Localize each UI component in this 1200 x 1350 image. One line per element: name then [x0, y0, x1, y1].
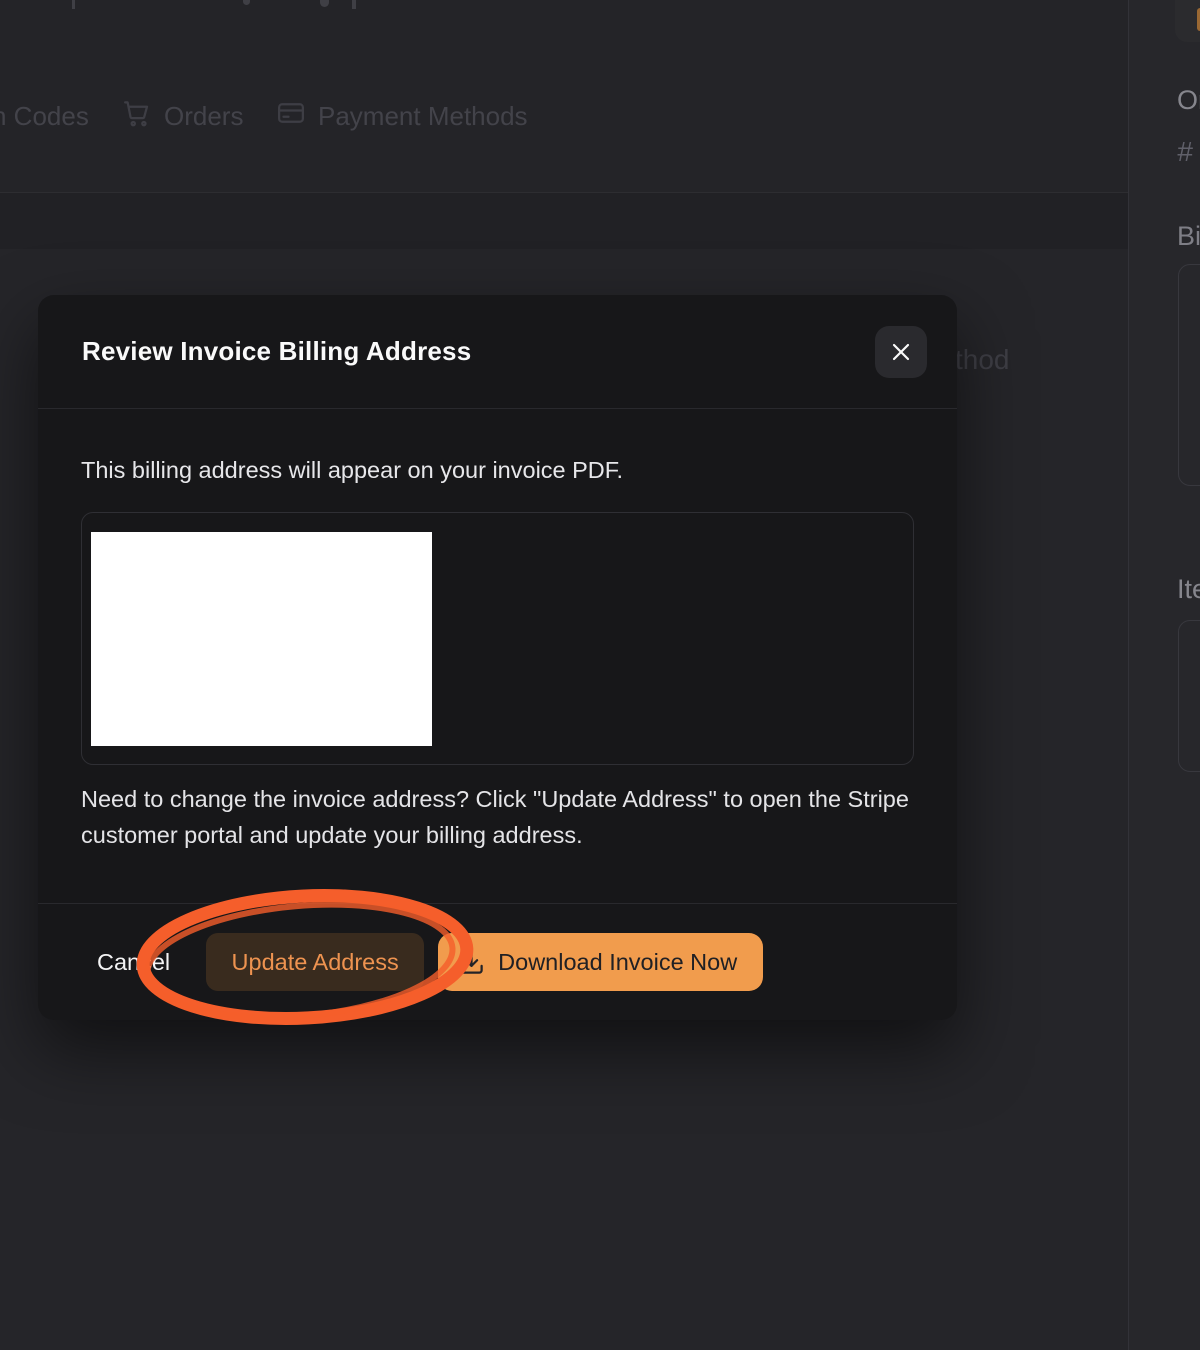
intro-text: This billing address will appear on your…	[81, 457, 914, 484]
tab-codes-label: n Codes	[0, 101, 89, 132]
tab-payment-methods-label: Payment Methods	[318, 101, 528, 132]
clipped-panel-button[interactable]	[1175, 0, 1200, 42]
clipped-text-fragment	[352, 0, 356, 9]
billing-address-preview	[81, 512, 914, 765]
modal-body: This billing address will appear on your…	[38, 409, 957, 903]
right-panel: Or # Bi Ite	[1128, 0, 1200, 1350]
clipped-text-fragment	[72, 0, 75, 9]
modal-header: Review Invoice Billing Address	[38, 295, 957, 409]
clipped-heading-payment-method: thod	[955, 344, 1010, 376]
tab-payment-methods[interactable]: Payment Methods	[276, 96, 528, 136]
clipped-text-fragment	[243, 0, 250, 5]
tab-codes[interactable]: n Codes	[0, 96, 89, 136]
panel-items-label: Ite	[1177, 574, 1200, 605]
download-invoice-label: Download Invoice Now	[498, 949, 737, 976]
panel-billing-label: Bi	[1177, 221, 1200, 252]
page: n Codes Orders	[0, 0, 1200, 1350]
cart-icon	[122, 98, 152, 135]
redacted-address-block	[91, 532, 432, 746]
tab-orders[interactable]: Orders	[122, 96, 243, 136]
modal-title: Review Invoice Billing Address	[82, 336, 471, 367]
help-text: Need to change the invoice address? Clic…	[81, 781, 914, 853]
credit-card-icon	[276, 98, 306, 135]
tab-orders-label: Orders	[164, 101, 243, 132]
download-icon	[458, 949, 485, 976]
modal-footer: Cancel Update Address Download Invoice N…	[38, 903, 957, 1020]
cancel-button[interactable]: Cancel	[97, 949, 170, 976]
background-divider-band	[0, 192, 1128, 250]
panel-items-card	[1178, 620, 1200, 772]
update-address-button[interactable]: Update Address	[206, 933, 424, 991]
close-icon	[889, 340, 913, 364]
clipped-text-fragment	[320, 0, 329, 7]
panel-order-number: #	[1177, 136, 1193, 168]
panel-order-heading: Or	[1177, 85, 1200, 116]
review-invoice-modal: Review Invoice Billing Address This bill…	[38, 295, 957, 1020]
close-button[interactable]	[875, 326, 927, 378]
panel-billing-card	[1178, 264, 1200, 486]
download-invoice-button[interactable]: Download Invoice Now	[438, 933, 763, 991]
